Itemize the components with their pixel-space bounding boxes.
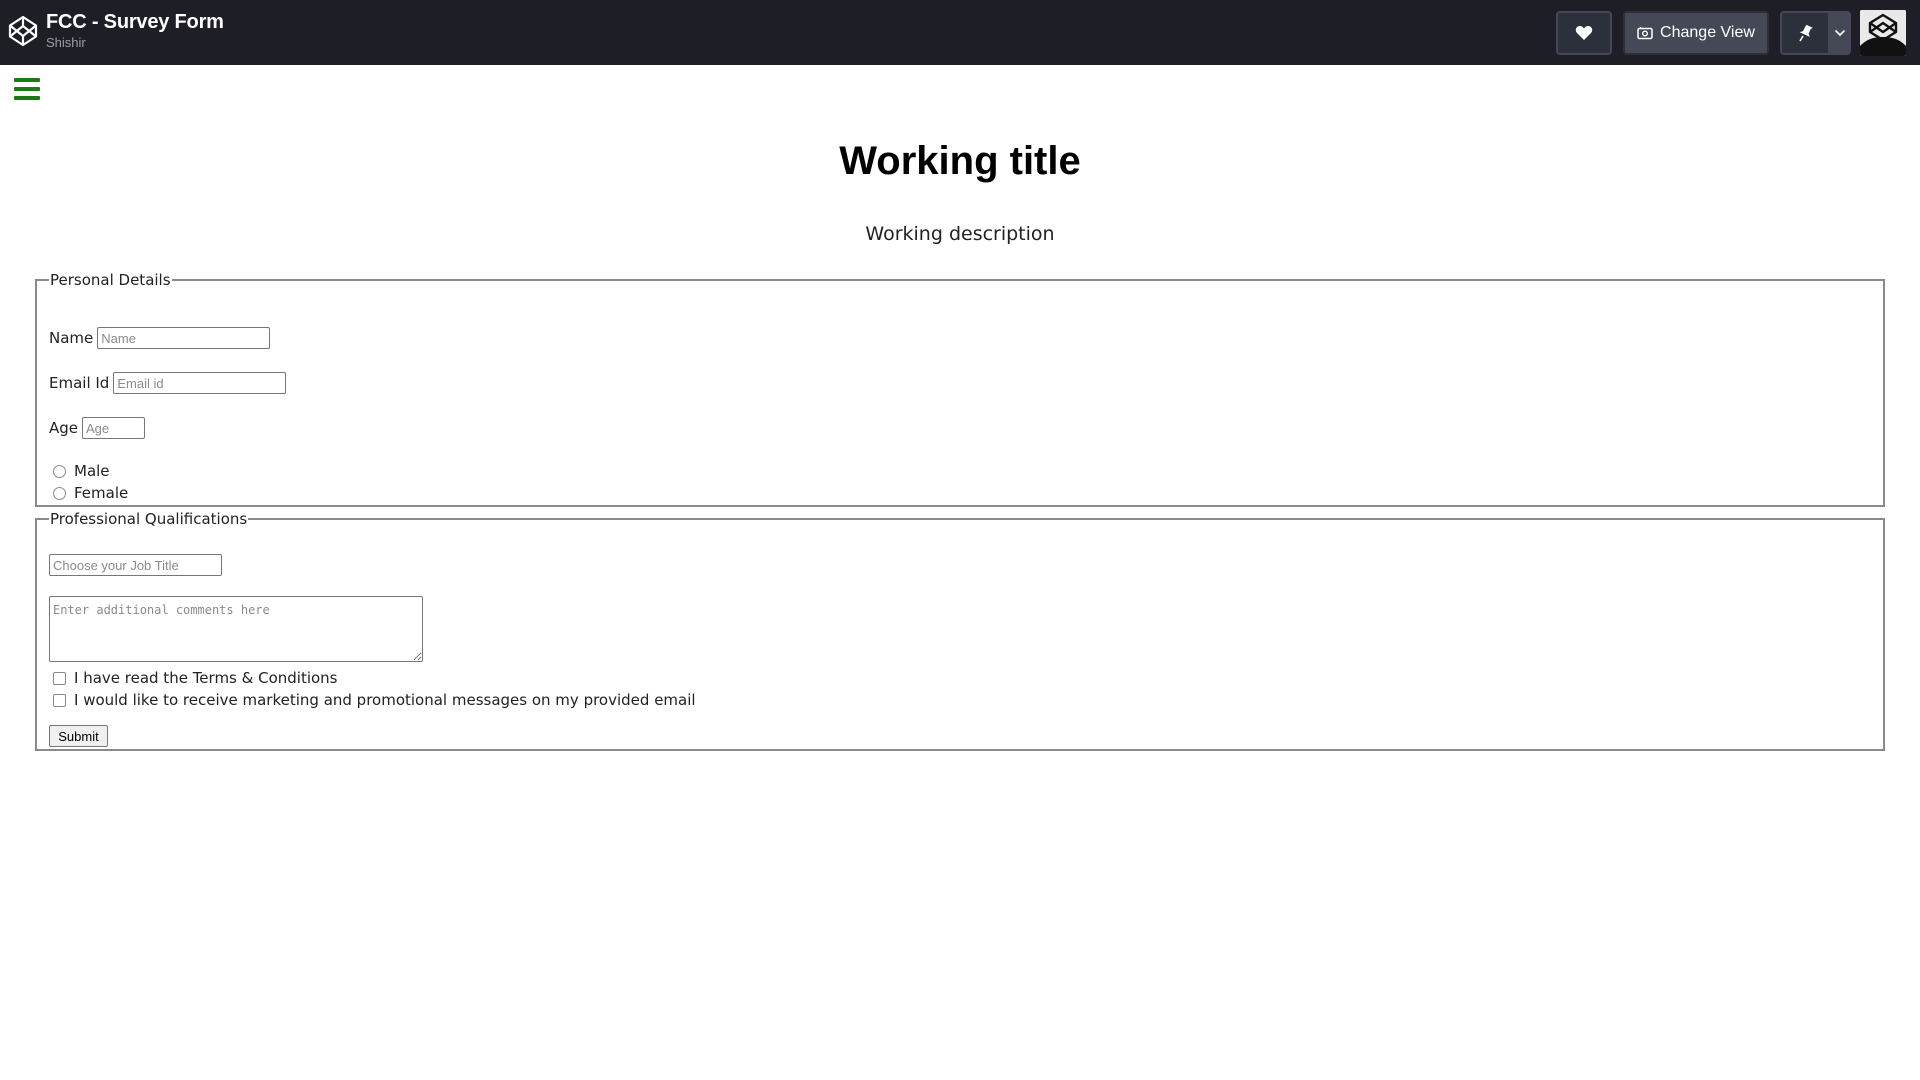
marketing-row[interactable]: I would like to receive marketing and pr… <box>49 691 696 709</box>
pin-icon <box>1799 24 1813 42</box>
terms-checkbox[interactable] <box>53 671 66 685</box>
terms-row[interactable]: I have read the Terms & Conditions <box>49 669 338 687</box>
change-view-label: Change View <box>1660 24 1755 41</box>
page-title: Working title <box>839 139 1081 183</box>
email-input[interactable] <box>113 372 287 394</box>
email-row: Email Id <box>49 372 287 394</box>
professional-qualifications-legend: Professional Qualifications <box>50 510 248 528</box>
personal-details-fieldset: Personal Details Name Email Id Age Male … <box>35 271 1885 507</box>
name-row: Name <box>49 327 271 349</box>
marketing-checkbox[interactable] <box>53 693 66 707</box>
love-button[interactable] <box>1556 11 1612 55</box>
gender-option-male[interactable]: Male <box>49 462 110 480</box>
male-radio[interactable] <box>53 464 66 478</box>
page-description: Working description <box>865 223 1055 245</box>
male-label: Male <box>74 462 110 480</box>
avatar[interactable] <box>1860 10 1906 56</box>
age-label: Age <box>49 419 79 437</box>
terms-label: I have read the Terms & Conditions <box>74 669 338 687</box>
codepen-logo-icon[interactable] <box>8 14 38 48</box>
pen-title[interactable]: FCC - Survey Form <box>46 10 224 34</box>
name-label: Name <box>49 329 94 347</box>
job-title-input[interactable] <box>49 554 222 576</box>
pin-button[interactable] <box>1782 13 1830 53</box>
female-radio[interactable] <box>53 486 66 500</box>
avatar-image <box>1860 10 1906 56</box>
job-title-row <box>49 554 222 576</box>
marketing-label: I would like to receive marketing and pr… <box>74 691 696 709</box>
pin-button-group[interactable] <box>1780 11 1851 55</box>
email-label: Email Id <box>49 374 110 392</box>
pen-author[interactable]: Shishir <box>46 35 224 50</box>
gender-option-female[interactable]: Female <box>49 484 128 502</box>
change-view-icon <box>1637 26 1653 39</box>
submit-button[interactable]: Submit <box>49 725 108 747</box>
professional-qualifications-fieldset: Professional Qualifications I have read … <box>35 510 1885 751</box>
heart-icon <box>1575 26 1593 40</box>
age-row: Age <box>49 417 146 439</box>
comments-textarea[interactable] <box>49 596 423 662</box>
chevron-down-icon <box>1834 29 1845 37</box>
personal-details-legend: Personal Details <box>50 271 171 289</box>
name-input[interactable] <box>97 327 271 349</box>
pen-title-block: FCC - Survey Form Shishir <box>46 10 224 50</box>
editor-header: FCC - Survey Form Shishir Change View <box>0 0 1920 65</box>
pin-options-button[interactable] <box>1830 13 1849 53</box>
menu-icon[interactable] <box>14 78 40 100</box>
change-view-button[interactable]: Change View <box>1623 11 1769 55</box>
age-input[interactable] <box>82 417 146 439</box>
female-label: Female <box>74 484 129 502</box>
